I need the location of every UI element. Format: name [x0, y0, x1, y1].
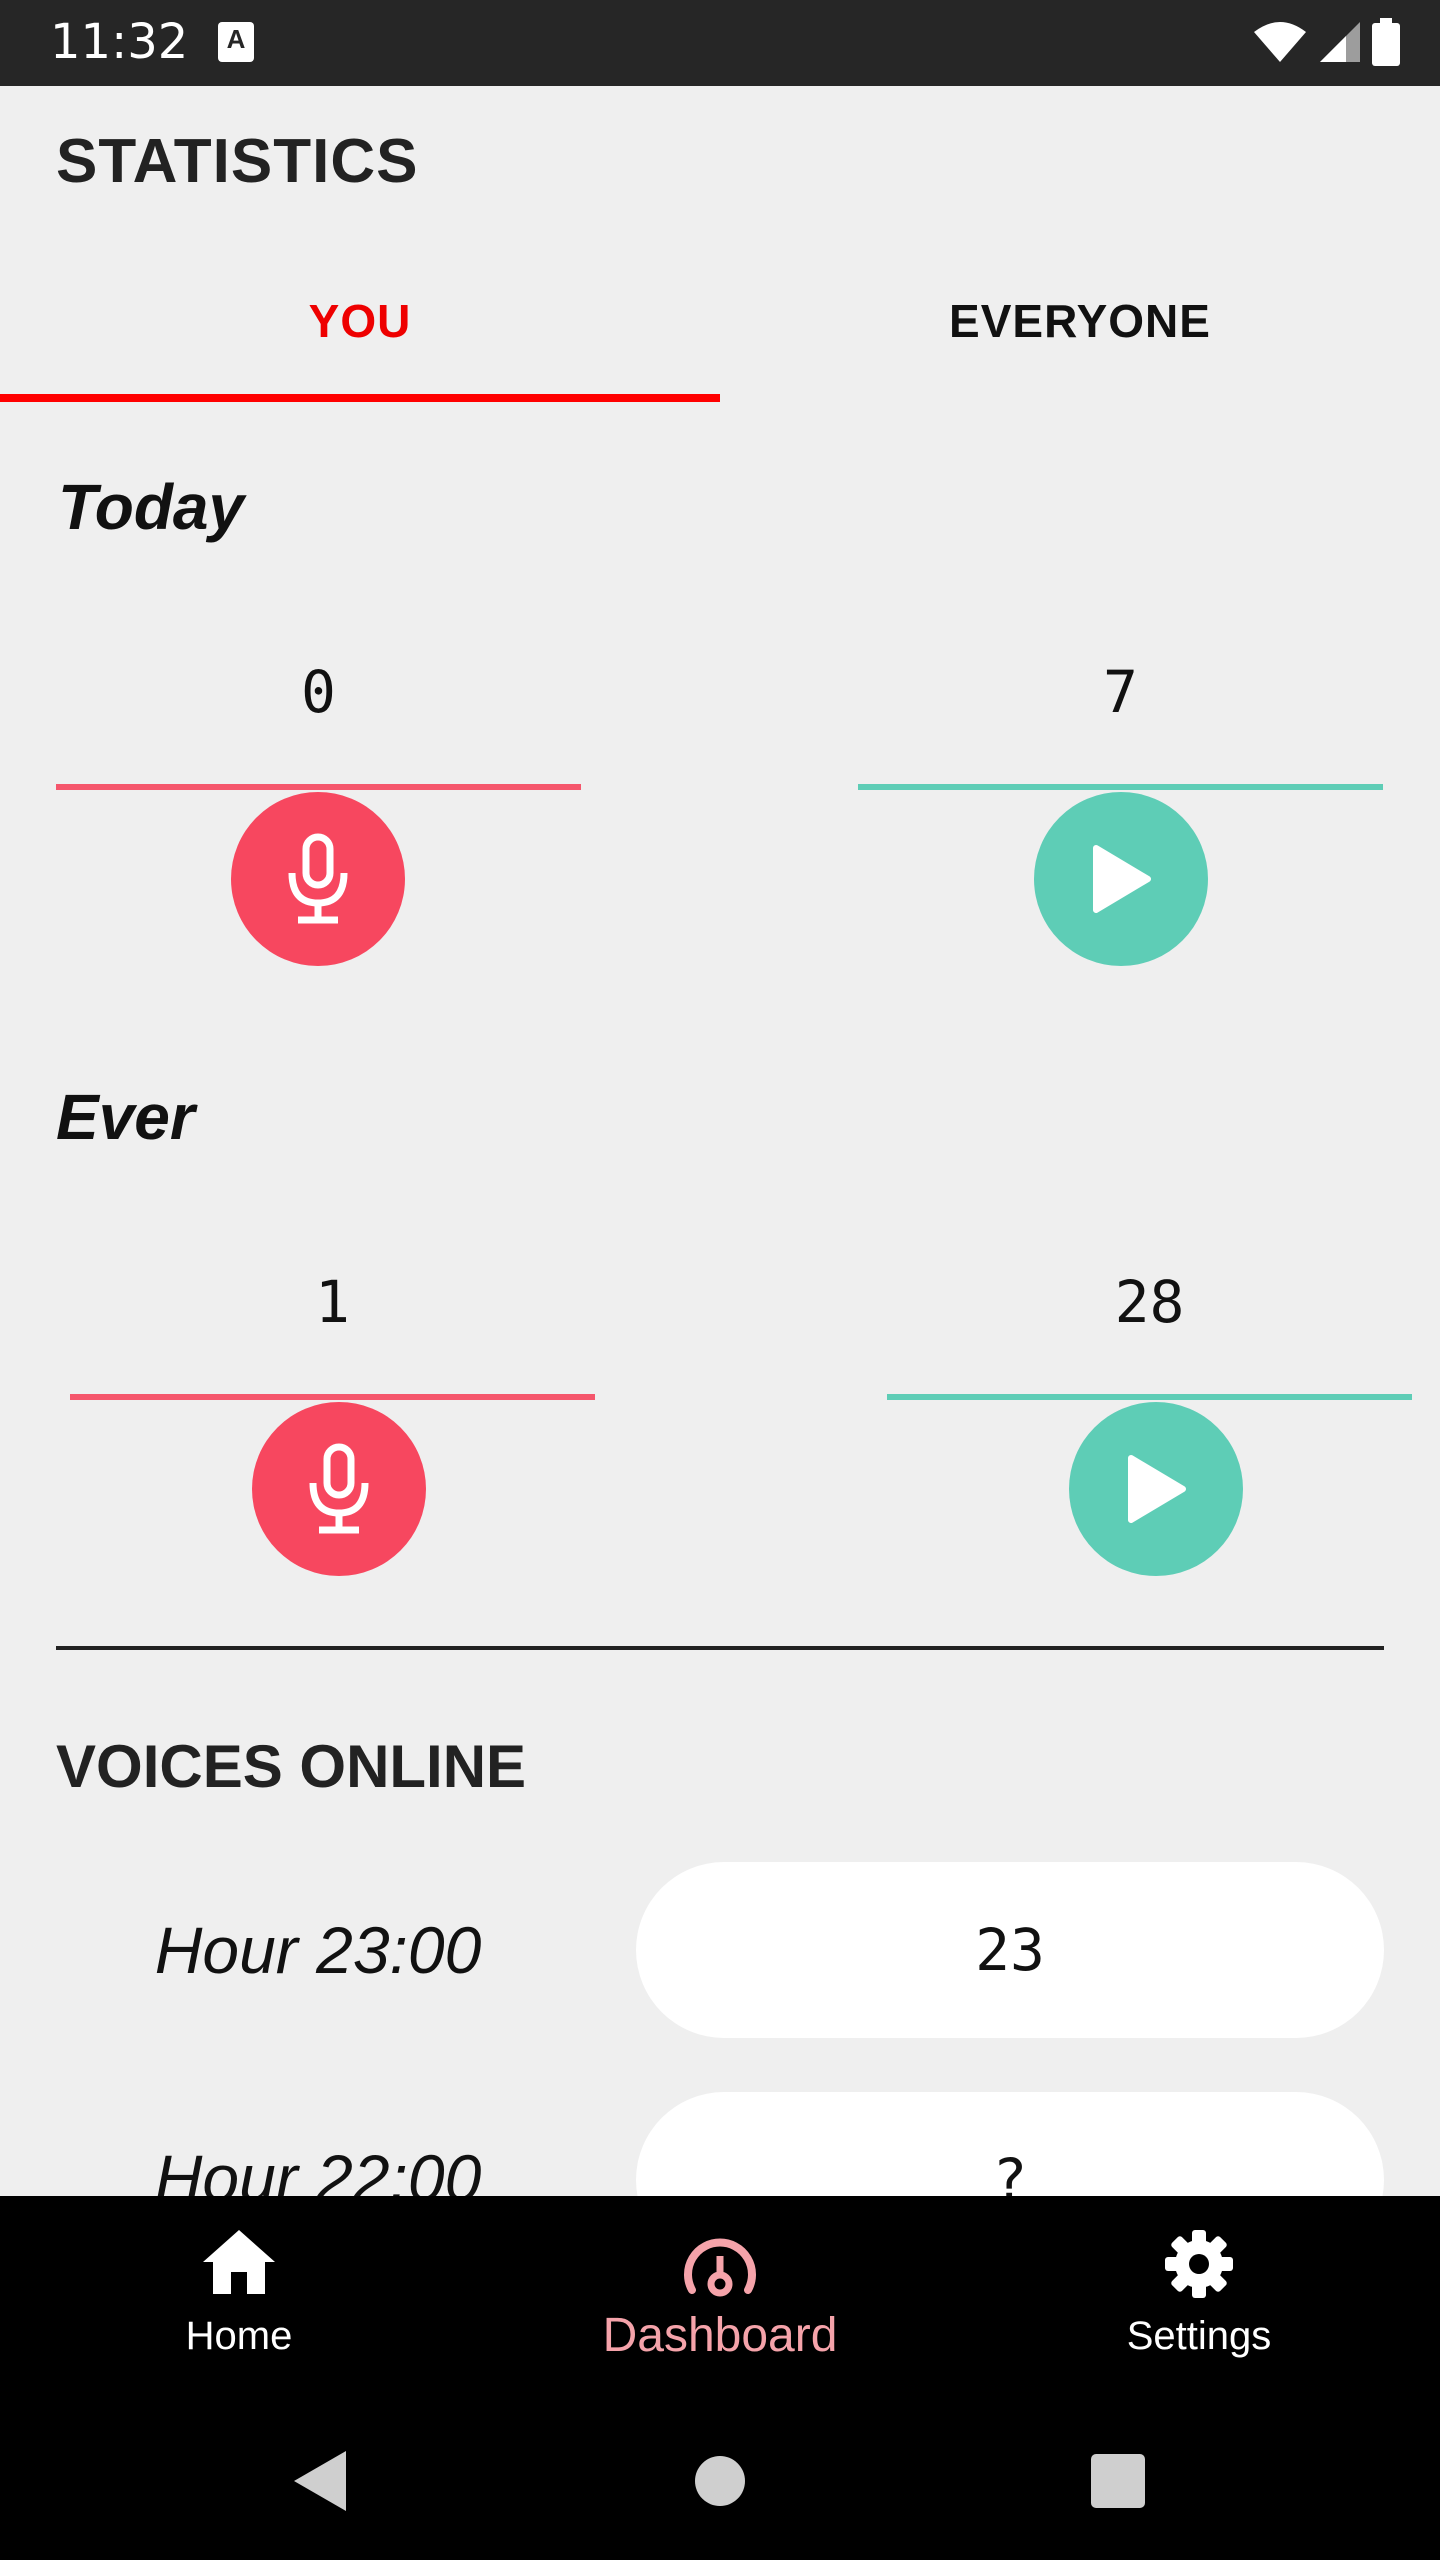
active-tab-indicator: [0, 394, 720, 402]
nav-dashboard[interactable]: Dashboard: [570, 2196, 870, 2402]
play-icon: [1128, 1455, 1186, 1523]
today-listened-rule: [858, 784, 1383, 790]
circle-home-icon: [695, 2456, 745, 2506]
hour-value-pill: 23: [636, 1862, 1384, 2038]
gear-icon: [1165, 2230, 1233, 2298]
notification-icon: A: [218, 22, 254, 62]
home-icon: [203, 2230, 275, 2294]
status-icons: [1252, 18, 1400, 66]
ever-listen-button[interactable]: [1069, 1402, 1243, 1576]
microphone-icon: [288, 833, 348, 924]
wifi-icon: [1254, 22, 1306, 62]
tab-you[interactable]: YOU: [0, 270, 720, 402]
cellular-signal-icon: [1320, 22, 1360, 62]
page-title: STATISTICS: [56, 127, 419, 196]
dashboard-icon: [684, 2238, 756, 2297]
nav-dashboard-label: Dashboard: [602, 2309, 838, 2362]
status-time: 11:32: [50, 14, 189, 70]
today-listened-count: 7: [1103, 658, 1138, 726]
today-listen-button[interactable]: [1034, 792, 1208, 966]
ever-recorded-count: 1: [315, 1268, 350, 1336]
section-divider: [56, 1646, 1384, 1650]
play-icon: [1093, 845, 1151, 913]
ever-listened-count: 28: [1114, 1268, 1185, 1336]
hour-label: Hour 23:00: [154, 1913, 482, 1987]
home-system-button[interactable]: [670, 2402, 770, 2560]
voices-online-title: VOICES ONLINE: [56, 1733, 527, 1800]
nav-settings-label: Settings: [1126, 2314, 1272, 2358]
nav-settings[interactable]: Settings: [1049, 2196, 1349, 2402]
tab-everyone[interactable]: EVERYONE: [720, 270, 1440, 402]
today-record-button[interactable]: [231, 792, 405, 966]
tab-bar: YOU EVERYONE: [0, 270, 1440, 402]
system-navigation-bar: [0, 2402, 1440, 2560]
square-recents-icon: [1091, 2454, 1145, 2508]
ever-record-button[interactable]: [252, 1402, 426, 1576]
nav-home[interactable]: Home: [89, 2196, 389, 2402]
today-heading: Today: [58, 471, 245, 543]
recents-button[interactable]: [1068, 2402, 1168, 2560]
today-recorded-count: 0: [301, 658, 336, 726]
ever-heading: Ever: [56, 1081, 195, 1153]
back-icon: [294, 2451, 346, 2511]
ever-recorded-rule: [70, 1394, 595, 1400]
today-recorded-rule: [56, 784, 581, 790]
bottom-navigation: Home Dashboard Settings: [0, 2196, 1440, 2402]
battery-icon: [1372, 18, 1400, 66]
nav-home-label: Home: [185, 2314, 293, 2358]
back-button[interactable]: [270, 2402, 370, 2560]
status-bar: 11:32 A: [0, 0, 1440, 86]
ever-listened-rule: [887, 1394, 1412, 1400]
microphone-icon: [309, 1443, 369, 1534]
